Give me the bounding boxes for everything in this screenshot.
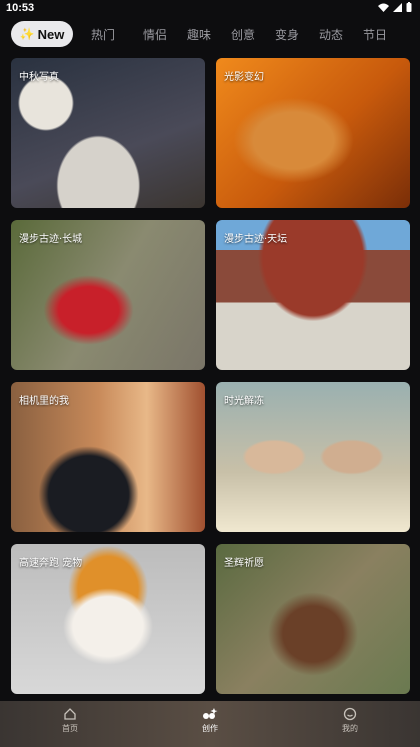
- template-card-temple-of-heaven[interactable]: 漫步古迹·天坛: [216, 220, 410, 370]
- template-card-in-the-camera[interactable]: 相机里的我: [11, 382, 205, 532]
- template-card-time-thaw[interactable]: 时光解冻: [216, 382, 410, 532]
- tab-transform[interactable]: 变身: [265, 26, 309, 43]
- tab-couple[interactable]: 情侣: [133, 26, 177, 43]
- nav-create[interactable]: 创作: [180, 707, 240, 734]
- template-card-label: 时光解冻: [224, 396, 264, 407]
- template-card-label: 中秋写真: [19, 72, 59, 83]
- tab-creative[interactable]: 创意: [221, 26, 265, 43]
- create-icon: [203, 708, 218, 719]
- template-card-light-shadow[interactable]: 光影变幻: [216, 58, 410, 208]
- tab-hot[interactable]: 热门: [81, 26, 125, 43]
- template-card-label: 圣辉祈愿: [224, 558, 264, 569]
- tab-new-label: New: [37, 26, 65, 42]
- tab-new[interactable]: ✨ New: [11, 21, 73, 47]
- status-icons: [378, 2, 412, 12]
- category-tabs: ✨ New 热门 情侣 趣味 创意 变身 动态 节日: [0, 18, 420, 50]
- template-card-label: 相机里的我: [19, 396, 69, 407]
- status-time: 10:53: [6, 2, 35, 14]
- nav-create-label: 创作: [202, 724, 218, 733]
- nav-home-label: 首页: [62, 724, 78, 733]
- nav-profile-label: 我的: [342, 724, 358, 733]
- template-card-mid-autumn[interactable]: 中秋写真: [11, 58, 205, 208]
- template-card-label: 漫步古迹·天坛: [224, 234, 288, 245]
- template-card-label: 高速奔跑 宠物: [19, 558, 83, 569]
- tab-dynamic[interactable]: 动态: [309, 26, 353, 43]
- sparkle-icon: ✨: [19, 27, 35, 41]
- template-card-label: 漫步古迹·长城: [19, 234, 83, 245]
- signal-icon: [393, 2, 402, 12]
- status-bar: 10:53: [0, 0, 420, 16]
- template-card-great-wall[interactable]: 漫步古迹·长城: [11, 220, 205, 370]
- profile-icon: [343, 707, 357, 721]
- template-card-label: 光影变幻: [224, 72, 264, 83]
- nav-profile[interactable]: 我的: [320, 707, 380, 734]
- nav-home[interactable]: 首页: [40, 707, 100, 734]
- tab-festival[interactable]: 节日: [353, 26, 397, 43]
- template-card-pet-running[interactable]: 高速奔跑 宠物: [11, 544, 205, 694]
- wifi-icon: [378, 3, 389, 12]
- home-icon: [64, 708, 76, 720]
- battery-icon: [406, 2, 412, 12]
- bottom-nav: 首页 创作 我的: [0, 701, 420, 747]
- tab-fun[interactable]: 趣味: [177, 26, 221, 43]
- template-card-holy-prayer[interactable]: 圣辉祈愿: [216, 544, 410, 694]
